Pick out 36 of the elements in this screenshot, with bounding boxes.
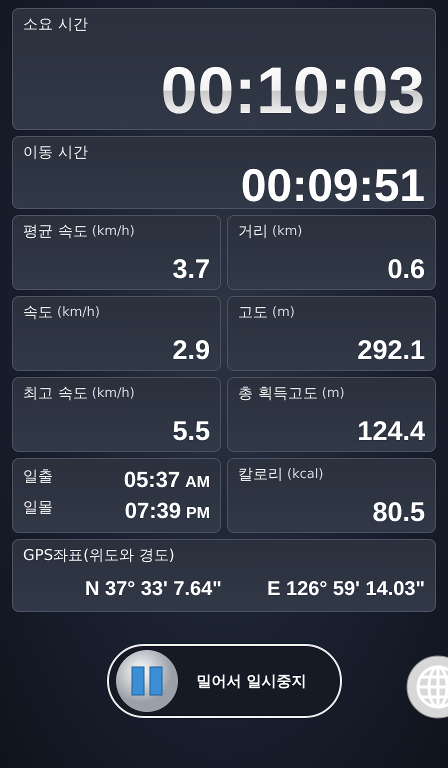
ampm-label: PM xyxy=(186,504,210,522)
unit-label: (km/h) xyxy=(57,305,100,320)
gps-label: GPS좌표(위도와 경도) xyxy=(23,546,175,565)
longitude-value: E 126° 59' 14.03" xyxy=(267,578,425,601)
stat-value: 292.1 xyxy=(357,337,425,364)
stat-value: 124.4 xyxy=(357,418,425,445)
stat-value: 5.5 xyxy=(172,418,210,445)
pause-slider[interactable]: 밀어서 일시중지 xyxy=(106,644,342,718)
stat-value: 0.6 xyxy=(387,256,425,283)
stat-value: 80.5 xyxy=(372,499,425,526)
elapsed-label: 소요 시간 xyxy=(23,15,88,34)
sun-time: 05:37 xyxy=(124,467,180,492)
stat-label: 고도 xyxy=(238,303,268,322)
moving-label: 이동 시간 xyxy=(23,143,88,162)
sun-label: 일몰 xyxy=(23,498,53,517)
sun-label: 일출 xyxy=(23,467,53,486)
stat-label: 최고 속도 xyxy=(23,384,88,403)
unit-label: (m) xyxy=(272,305,295,320)
stat-label: 거리 xyxy=(238,222,268,241)
unit-label: (kcal) xyxy=(287,467,324,482)
unit-label: (km/h) xyxy=(92,224,135,239)
unit-label: (m) xyxy=(322,386,345,401)
stat-value: 3.7 xyxy=(172,256,210,283)
moving-time: 00:09:51 xyxy=(240,162,425,208)
sun-time: 07:39 xyxy=(124,498,181,523)
ampm-label: AM xyxy=(185,474,210,492)
stat-label: 속도 xyxy=(23,303,53,322)
unit-label: (km) xyxy=(272,224,302,239)
pause-knob-icon[interactable] xyxy=(114,649,178,713)
stat-label: 총 획득고도 xyxy=(238,384,318,403)
slider-label: 밀어서 일시중지 xyxy=(196,672,307,690)
latitude-value: N 37° 33' 7.64" xyxy=(85,578,222,601)
stat-label: 평균 속도 xyxy=(23,222,88,241)
stat-label: 칼로리 xyxy=(238,465,283,484)
stat-value: 2.9 xyxy=(172,337,210,364)
unit-label: (km/h) xyxy=(92,386,135,401)
